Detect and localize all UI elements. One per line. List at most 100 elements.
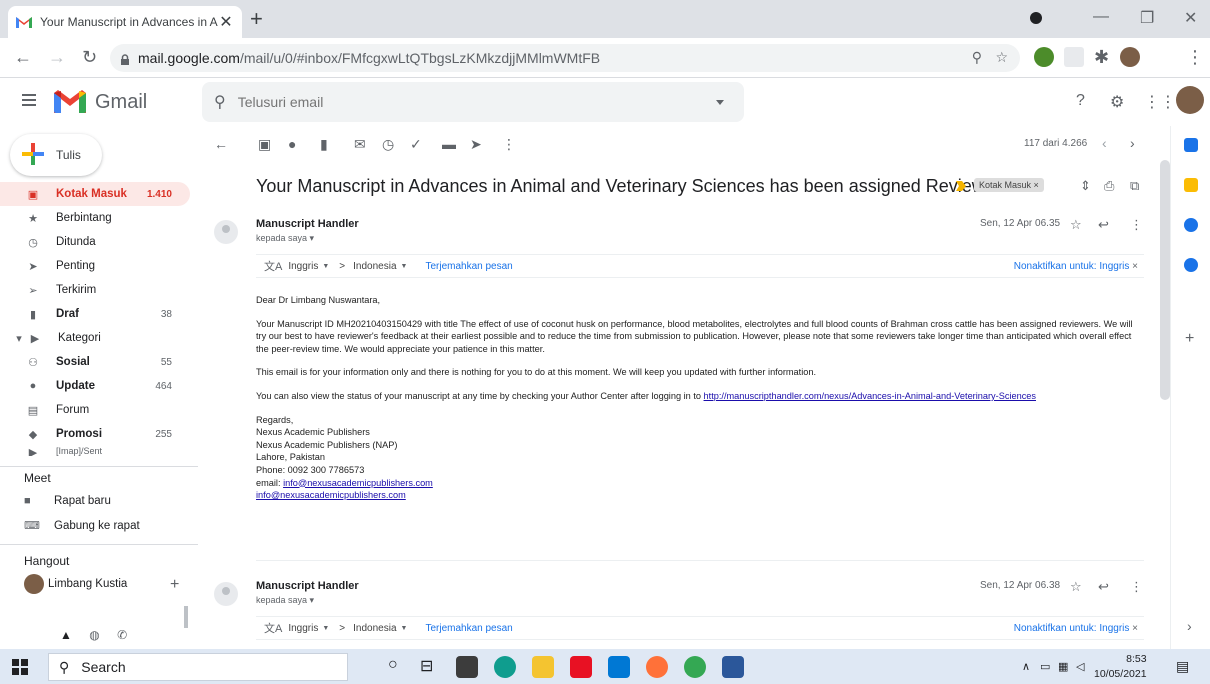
back-icon[interactable]: ← (14, 47, 32, 68)
reply-icon[interactable]: ↩ (1098, 217, 1109, 233)
keep-icon[interactable] (1184, 178, 1198, 192)
minimize-icon[interactable]: — (1093, 8, 1109, 26)
firefox-icon[interactable] (646, 656, 668, 678)
open-new-window-icon[interactable]: ⧉ (1130, 178, 1139, 194)
search-options-icon[interactable] (716, 99, 724, 105)
disable-translate-link[interactable]: Nonaktifkan untuk: Inggris × (1014, 261, 1138, 272)
windows-start-icon[interactable] (12, 659, 28, 675)
zoom-icon[interactable]: ⚲ (972, 49, 982, 66)
move-to-icon[interactable]: ▬ (442, 136, 456, 152)
extension-icon[interactable] (1064, 47, 1084, 67)
more-icon[interactable]: ⋮ (502, 136, 516, 153)
sidebar-item-forums[interactable]: ▤ Forum (0, 398, 190, 422)
compose-button[interactable]: Tulis (10, 134, 102, 176)
person-icon[interactable]: ▲ (60, 628, 72, 642)
reply-icon[interactable]: ↩ (1098, 579, 1109, 595)
settings-gear-icon[interactable]: ⚙ (1110, 92, 1124, 112)
contacts-icon[interactable] (1184, 258, 1198, 272)
mail-search[interactable]: ⚲ (202, 82, 744, 122)
chevron-down-icon[interactable]: ▼ (322, 625, 329, 632)
chevron-down-icon[interactable]: ▼ (322, 263, 329, 270)
store-icon[interactable] (456, 656, 478, 678)
add-hangout-icon[interactable]: + (170, 576, 179, 594)
target-language[interactable]: Indonesia (353, 261, 396, 272)
restore-icon[interactable]: ❐ (1140, 8, 1154, 28)
chevron-down-icon[interactable]: ▼ (401, 263, 408, 270)
sidebar-item-drafts[interactable]: ▮ Draf 38 (0, 302, 190, 326)
edge-icon[interactable] (494, 656, 516, 678)
new-tab-button[interactable]: + (250, 8, 263, 30)
disable-translate-link[interactable]: Nonaktifkan untuk: Inggris × (1014, 623, 1138, 634)
meet-new-button[interactable]: ■ Rapat baru (24, 495, 111, 507)
bookmark-star-icon[interactable]: ☆ (995, 49, 1008, 66)
email-link[interactable]: info@nexusacademicpublishers.com (283, 478, 433, 488)
url-bar[interactable]: mail.google.com/mail/u/0/#inbox/FMfcgxwL… (110, 44, 1020, 72)
snooze-icon[interactable]: ◷ (382, 136, 394, 153)
close-icon[interactable]: × (1132, 261, 1138, 272)
sidebar-item-sent[interactable]: ➢ Terkirim (0, 278, 190, 302)
add-task-icon[interactable]: ✓ (410, 136, 422, 153)
close-icon[interactable]: × (1132, 623, 1138, 634)
sidebar-item-inbox[interactable]: ▣ Kotak Masuk 1.410 (0, 182, 190, 206)
email-link[interactable]: info@nexusacademicpublishers.com (256, 490, 406, 500)
sidebar-item-snoozed[interactable]: ◷ Ditunda (0, 230, 190, 254)
scrollbar[interactable] (184, 606, 188, 628)
main-menu-icon[interactable] (22, 94, 36, 109)
notification-icon[interactable]: ▤ (1176, 658, 1189, 675)
sender-name[interactable]: Manuscript Handler (256, 218, 359, 230)
phone-icon[interactable]: ✆ (117, 628, 127, 642)
calendar-icon[interactable] (1184, 138, 1198, 152)
manuscript-link[interactable]: http://manuscripthandler.com/nexus/Advan… (704, 391, 1036, 401)
sidebar-item-important[interactable]: ➤ Penting (0, 254, 190, 278)
translate-link[interactable]: Terjemahkan pesan (425, 261, 512, 272)
print-icon[interactable]: ⎙ (1104, 178, 1114, 194)
inbox-label-chip[interactable]: Kotak Masuk × (974, 178, 1044, 192)
sidebar-item-starred[interactable]: ★ Berbintang (0, 206, 190, 230)
battery-icon[interactable]: ▭ (1040, 660, 1050, 673)
expand-arrow-icon[interactable]: ▾ (14, 332, 24, 345)
profile-avatar[interactable] (1120, 47, 1140, 67)
chat-bubble-icon[interactable]: ◍ (89, 628, 99, 642)
sidebar-item-imap-sent[interactable]: ▶ [Imap]/Sent (0, 446, 190, 456)
chrome-icon[interactable] (684, 656, 706, 678)
star-icon[interactable]: ☆ (1070, 217, 1082, 233)
app-icon[interactable] (570, 656, 592, 678)
chevron-down-icon[interactable]: ▼ (401, 625, 408, 632)
help-icon[interactable]: ? (1076, 92, 1085, 110)
mail-icon[interactable] (608, 656, 630, 678)
source-language[interactable]: Inggris (288, 623, 318, 634)
sidebar-item-social[interactable]: ⚇ Sosial 55 (0, 350, 190, 374)
volume-icon[interactable]: ◁ (1076, 660, 1084, 673)
puzzle-icon[interactable]: ✱ (1094, 47, 1109, 68)
network-icon[interactable]: ▦ (1058, 660, 1068, 673)
more-options-icon[interactable]: ⋮ (1130, 579, 1143, 595)
reload-icon[interactable]: ↻ (82, 47, 97, 68)
important-marker-icon[interactable] (956, 179, 966, 191)
search-icon[interactable]: ⚲ (214, 92, 226, 112)
recipient-line[interactable]: kepada saya ▾ (256, 233, 314, 244)
tab-close-icon[interactable]: ✕ (218, 12, 234, 32)
search-input[interactable] (237, 94, 716, 110)
sidebar-item-updates[interactable]: ● Update 464 (0, 374, 190, 398)
delete-icon[interactable]: ▮ (320, 136, 328, 153)
account-avatar[interactable] (1176, 86, 1204, 114)
add-addon-icon[interactable]: + (1185, 330, 1194, 348)
archive-icon[interactable]: ▣ (258, 136, 271, 153)
mark-unread-icon[interactable]: ✉ (354, 136, 366, 153)
browser-tab[interactable]: Your Manuscript in Advances in A ✕ (8, 6, 242, 38)
back-to-inbox-icon[interactable]: ← (214, 136, 228, 152)
menu-dots-icon[interactable]: ⋮ (1186, 47, 1204, 68)
older-icon[interactable]: › (1130, 135, 1135, 151)
recipient-line[interactable]: kepada saya ▾ (256, 595, 314, 606)
gmail-logo-icon[interactable] (54, 89, 86, 113)
more-options-icon[interactable]: ⋮ (1130, 217, 1143, 233)
clock[interactable]: 8:53 10/05/2021 (1094, 652, 1147, 682)
sidebar-item-categories[interactable]: ▾ ▶ Kategori (0, 326, 190, 350)
translate-link[interactable]: Terjemahkan pesan (425, 623, 512, 634)
expand-all-icon[interactable]: ⇕ (1080, 178, 1091, 194)
taskbar-search[interactable]: ⚲ Search (48, 653, 348, 681)
profile-dot-icon[interactable] (1030, 12, 1042, 24)
cortana-icon[interactable]: ○ (388, 656, 398, 674)
file-explorer-icon[interactable] (532, 656, 554, 678)
newer-icon[interactable]: ‹ (1102, 135, 1107, 151)
